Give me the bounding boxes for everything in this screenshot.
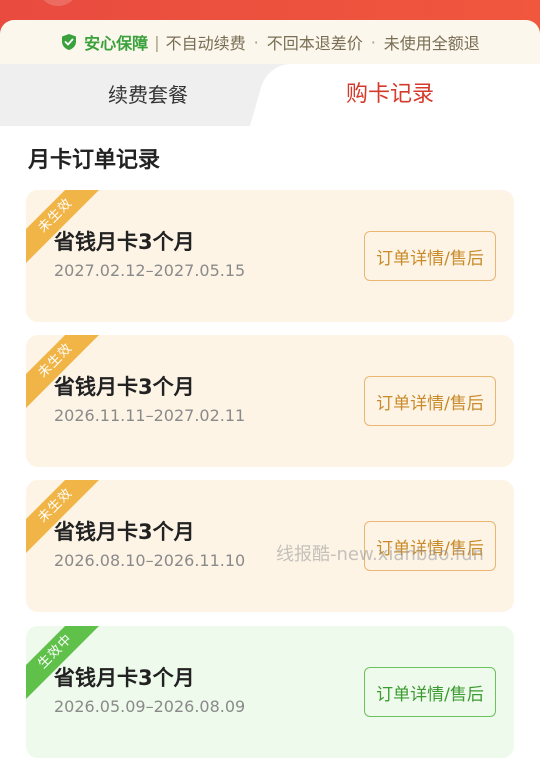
guarantee-item: 不回本退差价 — [266, 34, 363, 53]
order-detail-button[interactable]: 订单详情/售后 — [364, 376, 496, 426]
card-name: 省钱月卡3个月 — [54, 230, 195, 254]
header-decoration — [40, 0, 76, 6]
guarantee-item: 不自动续费 — [165, 34, 246, 53]
guarantee-dot: · — [253, 32, 259, 52]
order-detail-button[interactable]: 订单详情/售后 — [364, 231, 496, 281]
card-name: 省钱月卡3个月 — [54, 375, 195, 399]
card-date-range: 2026.08.10–2026.11.10 — [54, 551, 246, 570]
order-detail-button[interactable]: 订单详情/售后 — [364, 667, 496, 717]
tab-bar: 续费套餐 购卡记录 — [0, 64, 540, 126]
shield-check-icon — [62, 34, 77, 50]
order-card: 未生效 省钱月卡3个月 2026.11.11–2027.02.11 订单详情/售… — [26, 335, 514, 467]
card-name: 省钱月卡3个月 — [54, 520, 195, 544]
card-date-range: 2027.02.12–2027.05.15 — [54, 261, 246, 280]
guarantee-item: 未使用全额退 — [383, 34, 480, 53]
guarantee-title: 安心保障 — [84, 34, 149, 53]
order-card: 未生效 省钱月卡3个月 2027.02.12–2027.05.15 订单详情/售… — [26, 190, 514, 322]
tab-purchase-records-label[interactable]: 购卡记录 — [346, 64, 434, 126]
guarantee-bar: 安心保障 | 不自动续费 · 不回本退差价 · 未使用全额退 — [0, 20, 540, 64]
watermark-text: 线报酷-new.xianbao.fun — [276, 544, 484, 565]
card-name: 省钱月卡3个月 — [54, 666, 195, 690]
section-title: 月卡订单记录 — [28, 148, 161, 173]
guarantee-divider: | — [154, 32, 160, 52]
card-date-range: 2026.05.09–2026.08.09 — [54, 697, 246, 716]
tab-renew-plans-label[interactable]: 续费套餐 — [108, 64, 188, 126]
card-date-range: 2026.11.11–2027.02.11 — [54, 406, 246, 425]
guarantee-dot: · — [370, 32, 376, 52]
order-card: 生效中 省钱月卡3个月 2026.05.09–2026.08.09 订单详情/售… — [26, 626, 514, 758]
